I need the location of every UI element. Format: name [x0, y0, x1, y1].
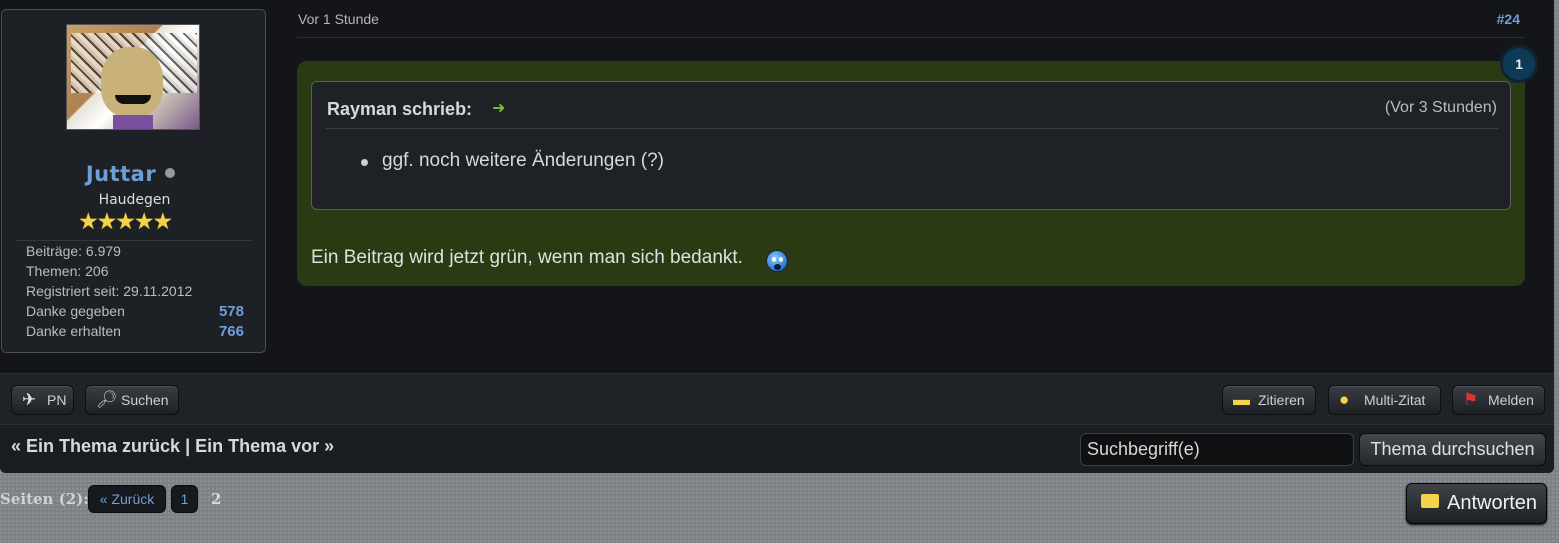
pagination-current-page: 2: [211, 490, 222, 508]
quote-list-item: ggf. noch weitere Änderungen (?): [382, 150, 665, 171]
thanks-count-badge[interactable]: 1: [1500, 45, 1538, 83]
divider: [326, 128, 1498, 129]
next-thread-link[interactable]: Ein Thema vor »: [195, 436, 334, 456]
stat-thanks-given: Danke gegeben 578: [26, 303, 244, 320]
stat-thanks-received: Danke erhalten 766: [26, 323, 244, 340]
divider: [297, 37, 1525, 38]
pagination-label: Seiten (2):: [0, 490, 89, 508]
thanks-given-count[interactable]: 578: [219, 303, 244, 320]
quote-block: Rayman schrieb: ➜ (Vor 3 Stunden) ggf. n…: [311, 81, 1511, 210]
user-card: Juttar Haudegen ★★★★★ Beiträge: 6.979 Th…: [1, 9, 266, 353]
previous-thread-link[interactable]: « Ein Thema zurück: [11, 436, 180, 456]
bullet-icon: [361, 159, 368, 166]
thread-search-input[interactable]: Suchbegriff(e): [1080, 433, 1354, 466]
stat-registered: Registriert seit: 29.11.2012: [26, 283, 193, 299]
thread-nav-bar: « Ein Thema zurück | Ein Thema vor » Suc…: [0, 424, 1554, 473]
goto-quote-arrow-icon[interactable]: ➜: [492, 98, 505, 117]
shocked-emoji-icon: [766, 250, 788, 272]
pn-button[interactable]: ✈ PN: [11, 385, 74, 415]
quote-button[interactable]: ▬ Zitieren: [1222, 385, 1316, 415]
search-user-posts-button[interactable]: 🔎︎ Suchen: [85, 385, 179, 415]
user-rank: Haudegen: [98, 192, 171, 208]
post-number-link[interactable]: #24: [1497, 11, 1520, 27]
thread-navigation: « Ein Thema zurück | Ein Thema vor »: [11, 436, 334, 457]
multi-quote-icon: ●: [1339, 390, 1350, 409]
speech-bubble-icon: ▬: [1233, 390, 1250, 409]
paper-plane-icon: ✈: [22, 390, 37, 409]
post-action-bar: ✈ PN 🔎︎ Suchen ▬ Zitieren ● Multi-Zitat …: [0, 373, 1554, 424]
pagination-page-1[interactable]: 1: [171, 485, 198, 513]
pagination-back-button[interactable]: « Zurück: [88, 485, 166, 513]
stat-topics: Themen: 206: [26, 263, 109, 279]
thread-search-button[interactable]: Thema durchsuchen: [1359, 433, 1546, 466]
report-button[interactable]: ⚑ Melden: [1452, 385, 1545, 415]
stat-posts: Beiträge: 6.979: [26, 243, 121, 259]
quote-time: (Vor 3 Stunden): [1384, 99, 1497, 116]
speech-bubble-icon: [1421, 494, 1439, 508]
post-body: Rayman schrieb: ➜ (Vor 3 Stunden) ggf. n…: [297, 61, 1525, 286]
thanks-received-count[interactable]: 766: [219, 323, 244, 340]
post-container: Juttar Haudegen ★★★★★ Beiträge: 6.979 Th…: [0, 0, 1554, 473]
avatar[interactable]: [66, 24, 200, 130]
quote-author: Rayman schrieb:: [327, 99, 473, 119]
reply-button[interactable]: Antworten: [1406, 483, 1547, 524]
multi-quote-button[interactable]: ● Multi-Zitat: [1328, 385, 1441, 415]
rank-stars-icon: ★★★★★: [78, 209, 173, 235]
red-flag-icon: ⚑: [1463, 390, 1479, 409]
post-time: Vor 1 Stunde: [298, 11, 379, 27]
username[interactable]: Juttar: [2, 162, 240, 186]
post-text: Ein Beitrag wird jetzt grün, wenn man si…: [311, 247, 743, 268]
offline-status-icon: [165, 168, 175, 178]
magnifier-icon: 🔎︎: [96, 390, 118, 409]
divider: [16, 240, 252, 241]
nav-separator: |: [185, 436, 191, 456]
